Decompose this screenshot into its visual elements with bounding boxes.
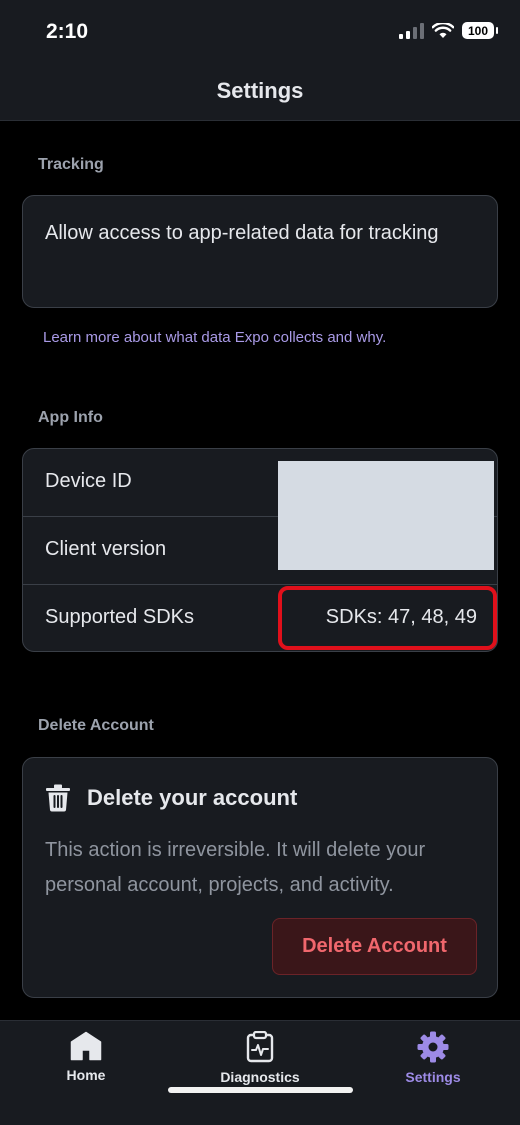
home-indicator xyxy=(168,1087,353,1093)
tab-home-label: Home xyxy=(66,1067,106,1083)
top-bar: 2:10 100 Settings xyxy=(0,0,520,121)
page-title: Settings xyxy=(216,78,304,103)
trash-icon xyxy=(46,784,70,812)
tracking-toggle-label: Allow access to app-related data for tra… xyxy=(45,222,439,244)
tab-home[interactable]: Home xyxy=(16,1031,156,1083)
home-icon xyxy=(70,1031,102,1061)
delete-account-description: This action is irreversible. It will del… xyxy=(45,839,426,896)
status-time: 2:10 xyxy=(46,20,89,43)
delete-account-title: Delete your account xyxy=(87,785,298,810)
tab-settings[interactable]: Settings xyxy=(363,1031,503,1085)
wifi-icon xyxy=(432,22,454,38)
device-id-label: Device ID xyxy=(45,470,132,492)
cellular-signal-icon xyxy=(399,22,424,39)
section-title-app-info: App Info xyxy=(38,409,103,426)
redaction-box xyxy=(278,461,494,570)
section-title-delete-account: Delete Account xyxy=(38,717,154,734)
gear-icon xyxy=(417,1031,449,1063)
client-version-label: Client version xyxy=(45,538,167,560)
clipboard-pulse-icon xyxy=(246,1031,274,1063)
highlight-box xyxy=(278,586,497,650)
tab-diagnostics[interactable]: Diagnostics xyxy=(190,1031,330,1085)
tab-bar: Home Diagnostics Settings xyxy=(0,1020,520,1125)
learn-more-link[interactable]: Learn more about what data Expo collects… xyxy=(43,329,386,346)
tab-diagnostics-label: Diagnostics xyxy=(220,1069,300,1085)
delete-account-card: Delete your account This action is irrev… xyxy=(22,757,498,998)
tracking-toggle-row[interactable]: Allow access to app-related data for tra… xyxy=(22,195,498,308)
settings-screen: 2:10 100 Settings Tracking Allow access … xyxy=(0,0,520,1125)
section-title-tracking: Tracking xyxy=(38,156,104,173)
delete-account-button[interactable]: Delete Account xyxy=(272,918,477,975)
status-icons: 100 xyxy=(399,22,498,39)
supported-sdks-label: Supported SDKs xyxy=(45,606,194,628)
battery-icon: 100 xyxy=(462,22,498,39)
tab-settings-label: Settings xyxy=(405,1069,461,1085)
